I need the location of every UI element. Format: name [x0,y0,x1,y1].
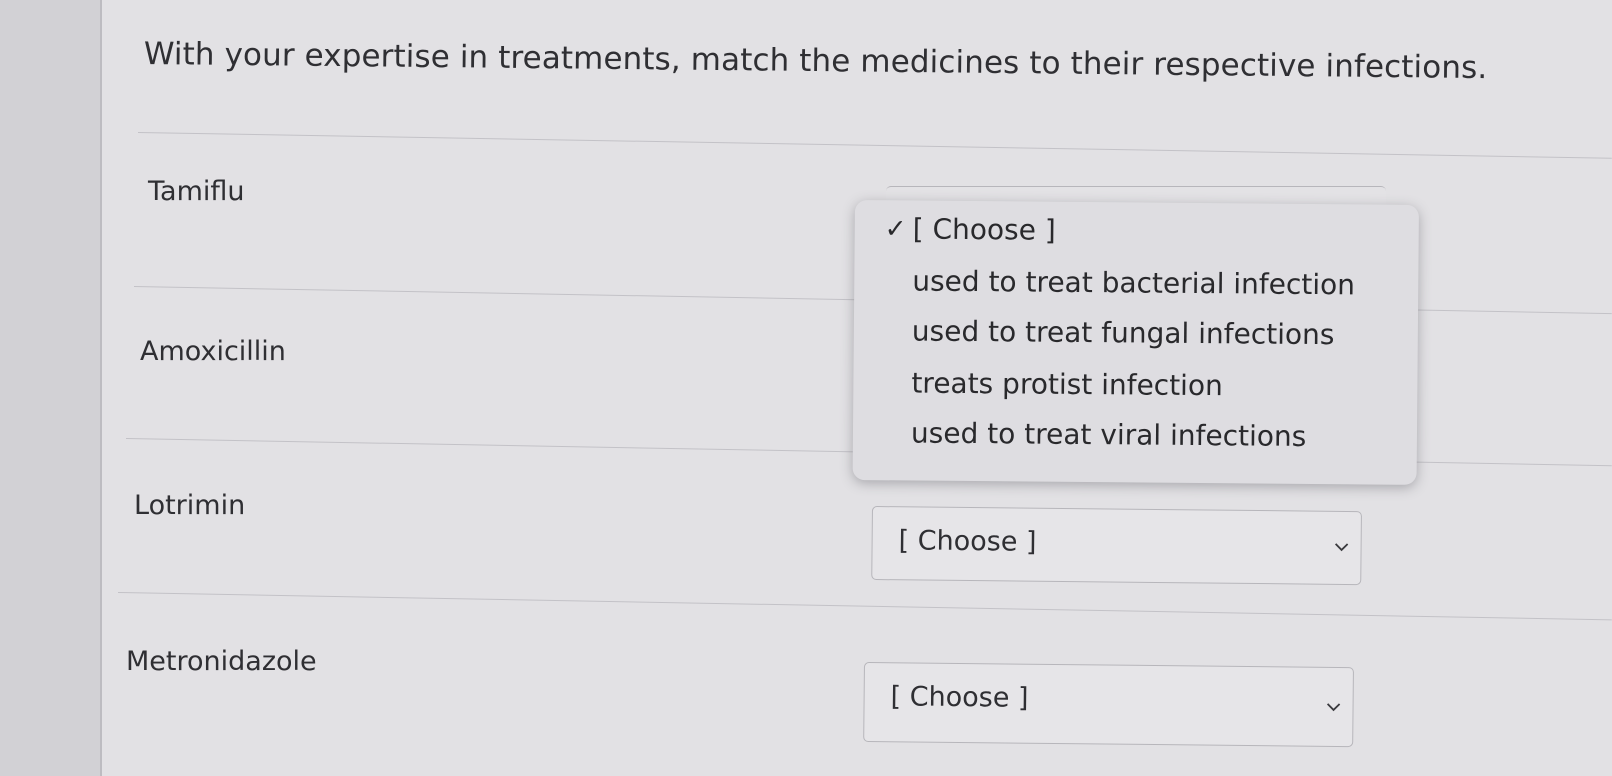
options-dropdown: ✓ [ Choose ] used to treat bacterial inf… [852,200,1419,485]
dropdown-option-choose[interactable]: [ Choose ] [913,213,1056,247]
term-label-metronidazole: Metronidazole [126,646,317,677]
dropdown-option-protist[interactable]: treats protist infection [911,366,1223,402]
dropdown-option-bacterial[interactable]: used to treat bacterial infection [912,265,1355,302]
dropdown-option-viral[interactable]: used to treat viral infections [911,416,1307,452]
dropdown-option-fungal[interactable]: used to treat fungal infections [912,315,1335,352]
chevron-down-icon [1334,542,1349,554]
select-value: [ Choose ] [898,525,1037,558]
checkmark-icon: ✓ [884,214,907,245]
term-label-lotrimin: Lotrimin [134,490,246,521]
page-left-margin [0,0,102,776]
answer-select-metronidazole[interactable]: [ Choose ] [863,662,1354,748]
answer-select-lotrimin[interactable]: [ Choose ] [871,506,1362,586]
chevron-down-icon [1326,702,1341,714]
term-label-amoxicillin: Amoxicillin [140,336,286,367]
select-value: [ Choose ] [890,681,1029,714]
term-label-tamiflu: Tamiflu [148,176,245,207]
